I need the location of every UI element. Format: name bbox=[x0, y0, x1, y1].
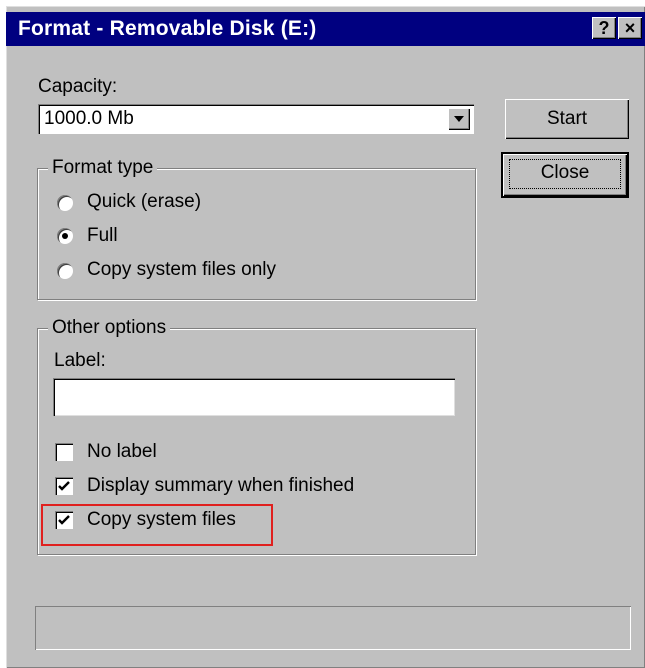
other-options-label: Other options bbox=[48, 317, 171, 339]
label-field-caption: Label: bbox=[54, 350, 106, 371]
window-title: Format - Removable Disk (E:) bbox=[18, 17, 317, 40]
capacity-value: 1000.0 Mb bbox=[44, 108, 134, 129]
title-bar[interactable]: Format - Removable Disk (E:) ? × bbox=[6, 12, 645, 46]
radio-quick-erase[interactable] bbox=[57, 195, 73, 211]
checkbox-no-label[interactable] bbox=[55, 443, 73, 461]
highlight-annotation bbox=[41, 504, 273, 546]
checkbox-no-label-text[interactable]: No label bbox=[87, 441, 157, 463]
radio-full[interactable] bbox=[57, 228, 73, 244]
radio-full-label[interactable]: Full bbox=[87, 225, 118, 247]
checkbox-display-summary-text[interactable]: Display summary when finished bbox=[87, 475, 354, 497]
close-window-button[interactable]: × bbox=[618, 17, 642, 39]
checkbox-display-summary[interactable] bbox=[55, 477, 73, 495]
progress-bar bbox=[35, 606, 631, 650]
close-button[interactable]: Close bbox=[503, 154, 627, 196]
radio-quick-erase-label[interactable]: Quick (erase) bbox=[87, 191, 201, 213]
format-type-label: Format type bbox=[48, 157, 158, 179]
capacity-label: Capacity: bbox=[38, 76, 118, 97]
start-button[interactable]: Start bbox=[505, 99, 629, 139]
start-button-label: Start bbox=[546, 108, 588, 129]
focus-rectangle bbox=[509, 159, 621, 189]
volume-label-input[interactable] bbox=[53, 378, 455, 416]
capacity-dropdown[interactable]: 1000.0 Mb bbox=[38, 104, 474, 134]
radio-copy-system-files-only-label[interactable]: Copy system files only bbox=[87, 259, 276, 281]
help-button[interactable]: ? bbox=[592, 17, 616, 39]
radio-selected-dot bbox=[62, 233, 68, 239]
radio-copy-system-files-only[interactable] bbox=[57, 263, 73, 279]
checkmark-icon bbox=[58, 481, 70, 491]
chevron-down-icon[interactable] bbox=[448, 108, 470, 130]
